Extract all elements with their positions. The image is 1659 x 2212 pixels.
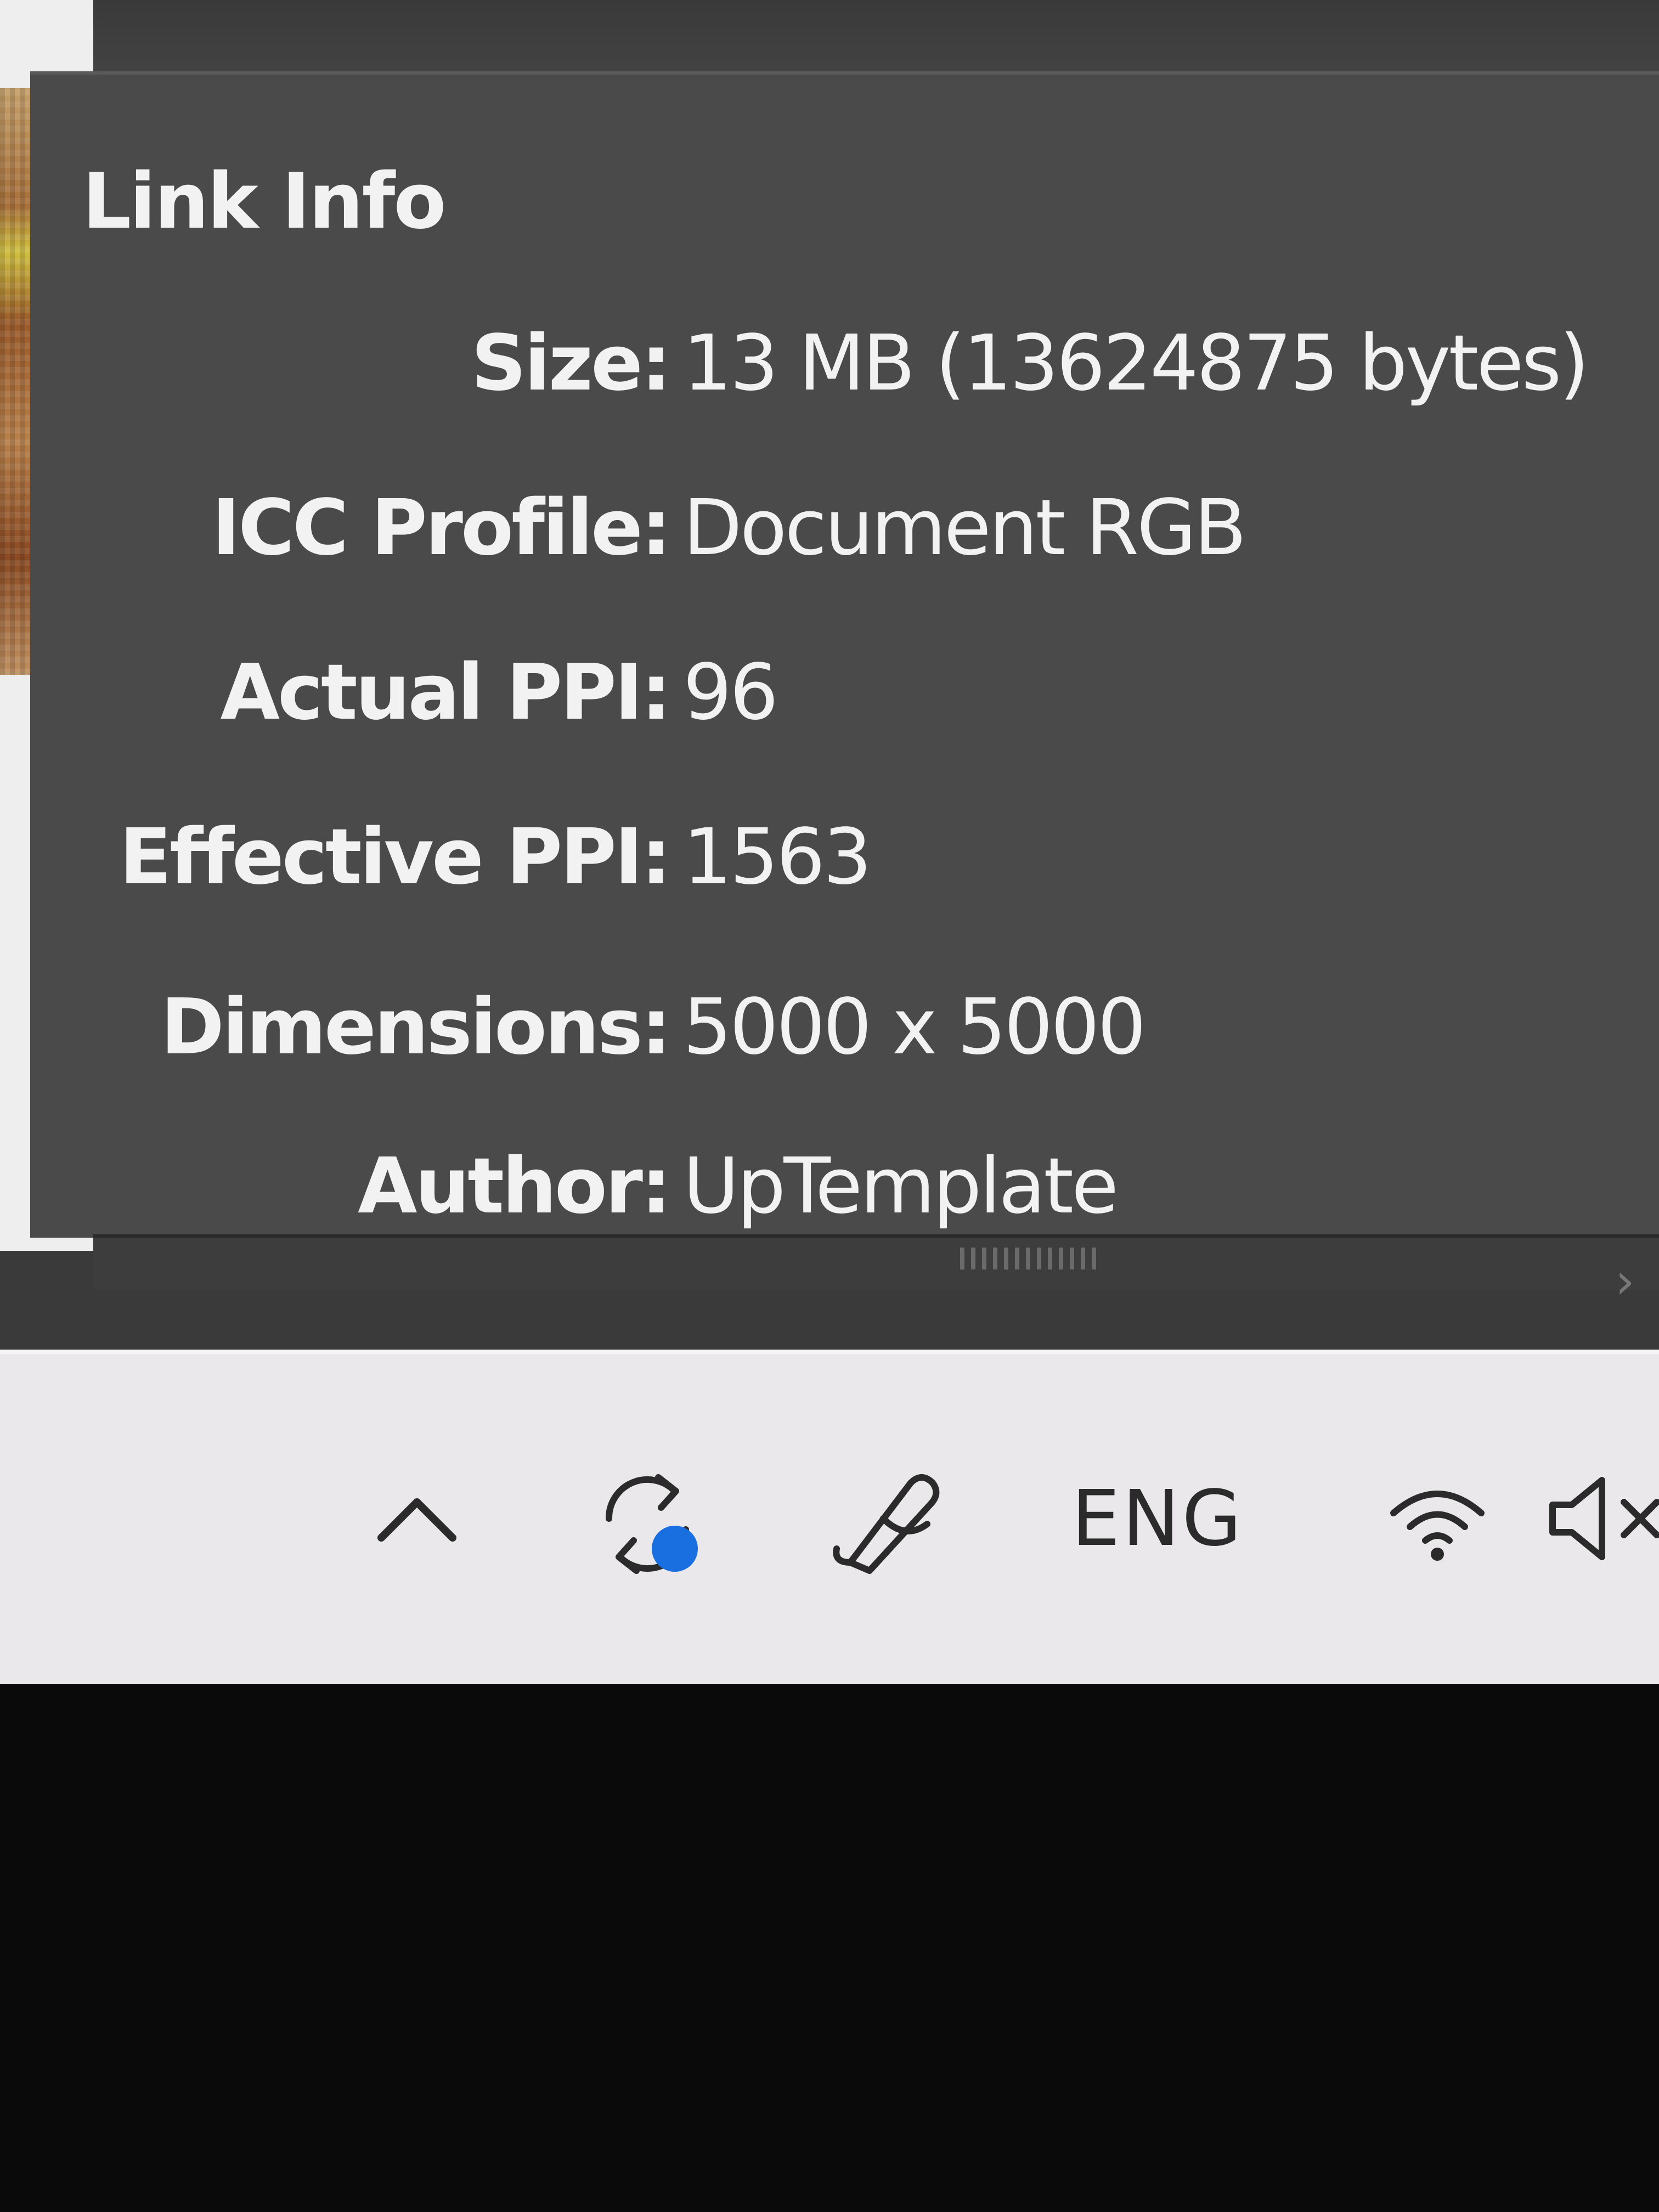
window-top-bar <box>0 0 1659 82</box>
panel-title[interactable]: Link Info <box>82 157 447 246</box>
effective-ppi-value: 1563 <box>683 812 872 902</box>
size-value: 13 MB (13624875 bytes) <box>683 319 1589 408</box>
volume-button[interactable] <box>1542 1453 1659 1584</box>
language-indicator[interactable]: ENG <box>1064 1453 1251 1584</box>
dimensions-label: Dimensions: <box>160 983 672 1072</box>
effective-ppi-label: Effective PPI: <box>119 812 672 902</box>
actual-ppi-label: Actual PPI: <box>220 648 672 737</box>
icc-profile-label: ICC Profile: <box>212 483 672 573</box>
show-hidden-icons-button[interactable] <box>362 1453 472 1584</box>
info-row-icc-profile: ICC Profile: Document RGB <box>30 483 1621 577</box>
chevron-up-icon <box>377 1498 456 1542</box>
sync-badge <box>652 1526 698 1572</box>
pen-menu-button[interactable] <box>812 1453 955 1584</box>
info-row-dimensions: Dimensions: 5000 x 5000 <box>30 983 1621 1076</box>
sync-status-button[interactable] <box>576 1453 719 1584</box>
chevron-right-icon[interactable]: › <box>1615 1257 1648 1306</box>
size-label: Size: <box>471 319 672 408</box>
icc-profile-value: Document RGB <box>683 483 1247 573</box>
taskbar: ENG <box>0 1350 1659 1689</box>
monitor-bezel <box>0 1684 1659 2212</box>
wifi-icon <box>1390 1491 1485 1561</box>
info-row-author: Author: UpTemplate <box>30 1142 1621 1235</box>
link-info-panel: Link Info Size: 13 MB (13624875 bytes) I… <box>30 71 1659 1238</box>
resize-grip[interactable] <box>960 1248 1103 1269</box>
volume-muted-icon <box>1549 1477 1659 1560</box>
pen-icon <box>833 1474 940 1574</box>
dimensions-value: 5000 x 5000 <box>683 983 1146 1072</box>
author-label: Author: <box>358 1142 672 1231</box>
actual-ppi-value: 96 <box>683 648 778 737</box>
sync-icon <box>605 1474 698 1574</box>
network-button[interactable] <box>1377 1453 1498 1584</box>
panel-footer: › <box>93 1234 1659 1306</box>
info-row-actual-ppi: Actual PPI: 96 <box>30 648 1621 741</box>
info-row-size: Size: 13 MB (13624875 bytes) <box>30 319 1621 412</box>
info-row-effective-ppi: Effective PPI: 1563 <box>30 812 1621 906</box>
author-value: UpTemplate <box>683 1142 1119 1231</box>
